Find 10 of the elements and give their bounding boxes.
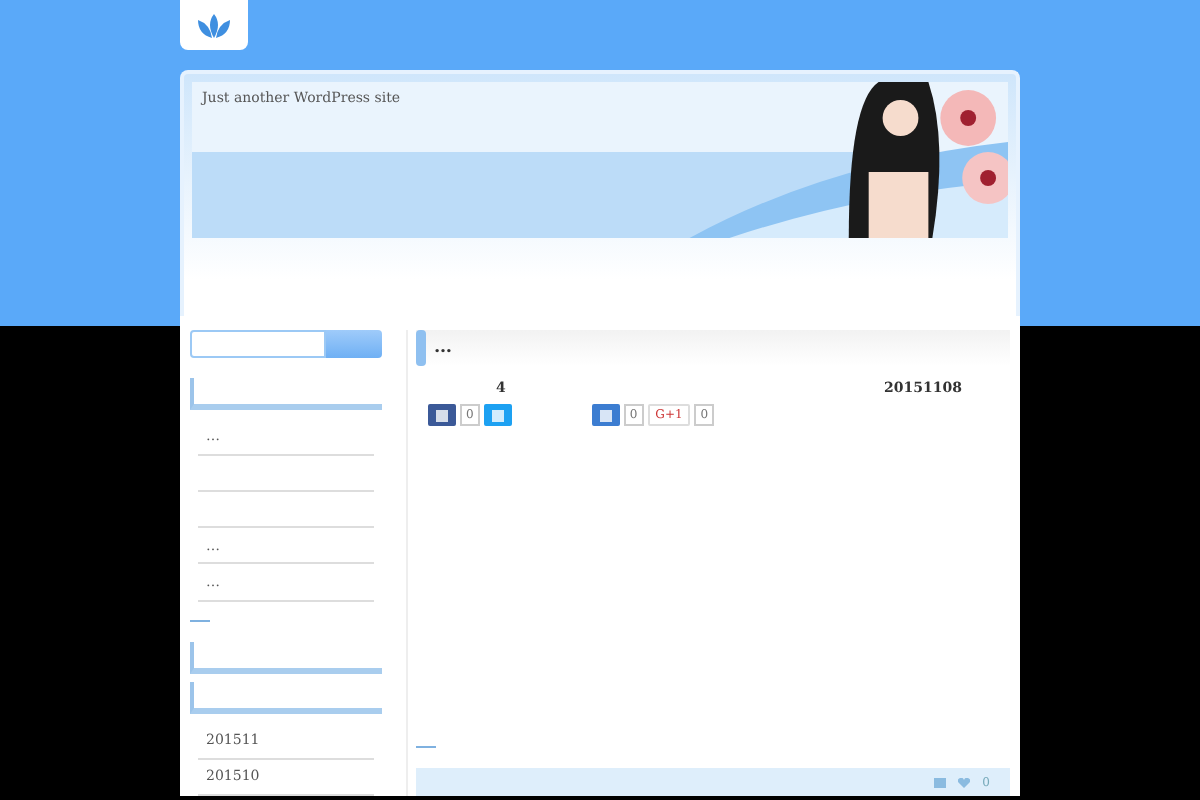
heart-icon (958, 777, 971, 787)
share-button[interactable] (428, 404, 456, 426)
search-field[interactable] (190, 330, 326, 358)
title-marker (416, 330, 426, 366)
post-title[interactable]: … (434, 338, 452, 358)
share-button[interactable] (483, 404, 512, 426)
share-button[interactable] (591, 404, 620, 426)
logo[interactable] (180, 0, 248, 50)
folder-icon (934, 777, 947, 787)
lotus-icon (194, 11, 234, 39)
